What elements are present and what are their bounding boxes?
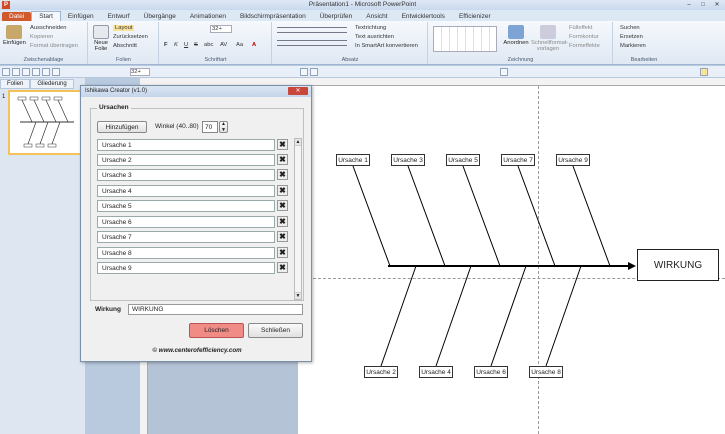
angle-spinner[interactable]: ▲ ▼ [219, 121, 228, 133]
effect-box[interactable]: WIRKUNG [637, 249, 719, 281]
delete-button[interactable]: Löschen [189, 323, 244, 338]
causes-group-label: Ursachen [97, 104, 131, 111]
cause-box-5[interactable]: Ursache 5 [446, 154, 480, 166]
cause-box-1[interactable]: Ursache 1 [336, 154, 370, 166]
footer-copyright: © www.centerofefficiency.com [152, 347, 242, 354]
cause-input-1[interactable]: Ursache 1 [97, 139, 275, 151]
cause-box-9[interactable]: Ursache 9 [556, 154, 590, 166]
cause-box-8[interactable]: Ursache 8 [529, 366, 563, 378]
cause-input-5[interactable]: Ursache 5 [97, 200, 275, 212]
cause-box-6[interactable]: Ursache 6 [474, 366, 508, 378]
bone-ursache-1 [352, 165, 391, 267]
angle-label: Winkel (40..80) [155, 123, 199, 130]
dialog-title: Ishikawa Creator (v1.0) [85, 88, 148, 94]
causes-scrollbar[interactable]: ▲ ▼ [294, 138, 302, 300]
close-dialog-button[interactable]: Schließen [248, 323, 303, 338]
spine-arrowhead [628, 262, 636, 270]
remove-cause-9-button[interactable]: ✖ [277, 262, 288, 273]
ishikawa-dialog: Ishikawa Creator (v1.0) ✕ Ursachen Hinzu… [80, 85, 312, 362]
effect-label: Wirkung [95, 306, 121, 313]
cause-input-9[interactable]: Ursache 9 [97, 262, 275, 274]
bone-ursache-8 [545, 265, 582, 367]
remove-cause-6-button[interactable]: ✖ [277, 216, 288, 227]
dialog-titlebar[interactable]: Ishikawa Creator (v1.0) ✕ [81, 86, 311, 97]
remove-cause-2-button[interactable]: ✖ [277, 154, 288, 165]
cause-input-8[interactable]: Ursache 8 [97, 247, 275, 259]
bone-ursache-5 [462, 165, 501, 267]
cause-box-3[interactable]: Ursache 3 [391, 154, 425, 166]
cause-input-3[interactable]: Ursache 3 [97, 169, 275, 181]
remove-cause-8-button[interactable]: ✖ [277, 247, 288, 258]
bone-ursache-7 [517, 165, 556, 267]
angle-input[interactable]: 70 [202, 121, 218, 133]
bone-ursache-2 [380, 265, 417, 367]
bone-ursache-9 [572, 165, 611, 267]
bone-ursache-3 [407, 165, 446, 267]
cause-input-6[interactable]: Ursache 6 [97, 216, 275, 228]
scroll-up-arrow-icon[interactable]: ▲ [295, 139, 301, 146]
remove-cause-7-button[interactable]: ✖ [277, 231, 288, 242]
cause-box-7[interactable]: Ursache 7 [501, 154, 535, 166]
remove-cause-4-button[interactable]: ✖ [277, 185, 288, 196]
scroll-down-arrow-icon[interactable]: ▼ [295, 292, 301, 299]
remove-cause-1-button[interactable]: ✖ [277, 139, 288, 150]
remove-cause-5-button[interactable]: ✖ [277, 200, 288, 211]
dialog-close-button[interactable]: ✕ [288, 87, 308, 95]
bone-ursache-4 [435, 265, 472, 367]
cause-input-4[interactable]: Ursache 4 [97, 185, 275, 197]
bone-ursache-6 [490, 265, 527, 367]
effect-input[interactable]: WIRKUNG [128, 304, 303, 315]
cause-input-2[interactable]: Ursache 2 [97, 154, 275, 166]
add-cause-button[interactable]: Hinzufügen [97, 121, 147, 133]
remove-cause-3-button[interactable]: ✖ [277, 169, 288, 180]
cause-box-4[interactable]: Ursache 4 [419, 366, 453, 378]
cause-box-2[interactable]: Ursache 2 [364, 366, 398, 378]
cause-input-7[interactable]: Ursache 7 [97, 231, 275, 243]
